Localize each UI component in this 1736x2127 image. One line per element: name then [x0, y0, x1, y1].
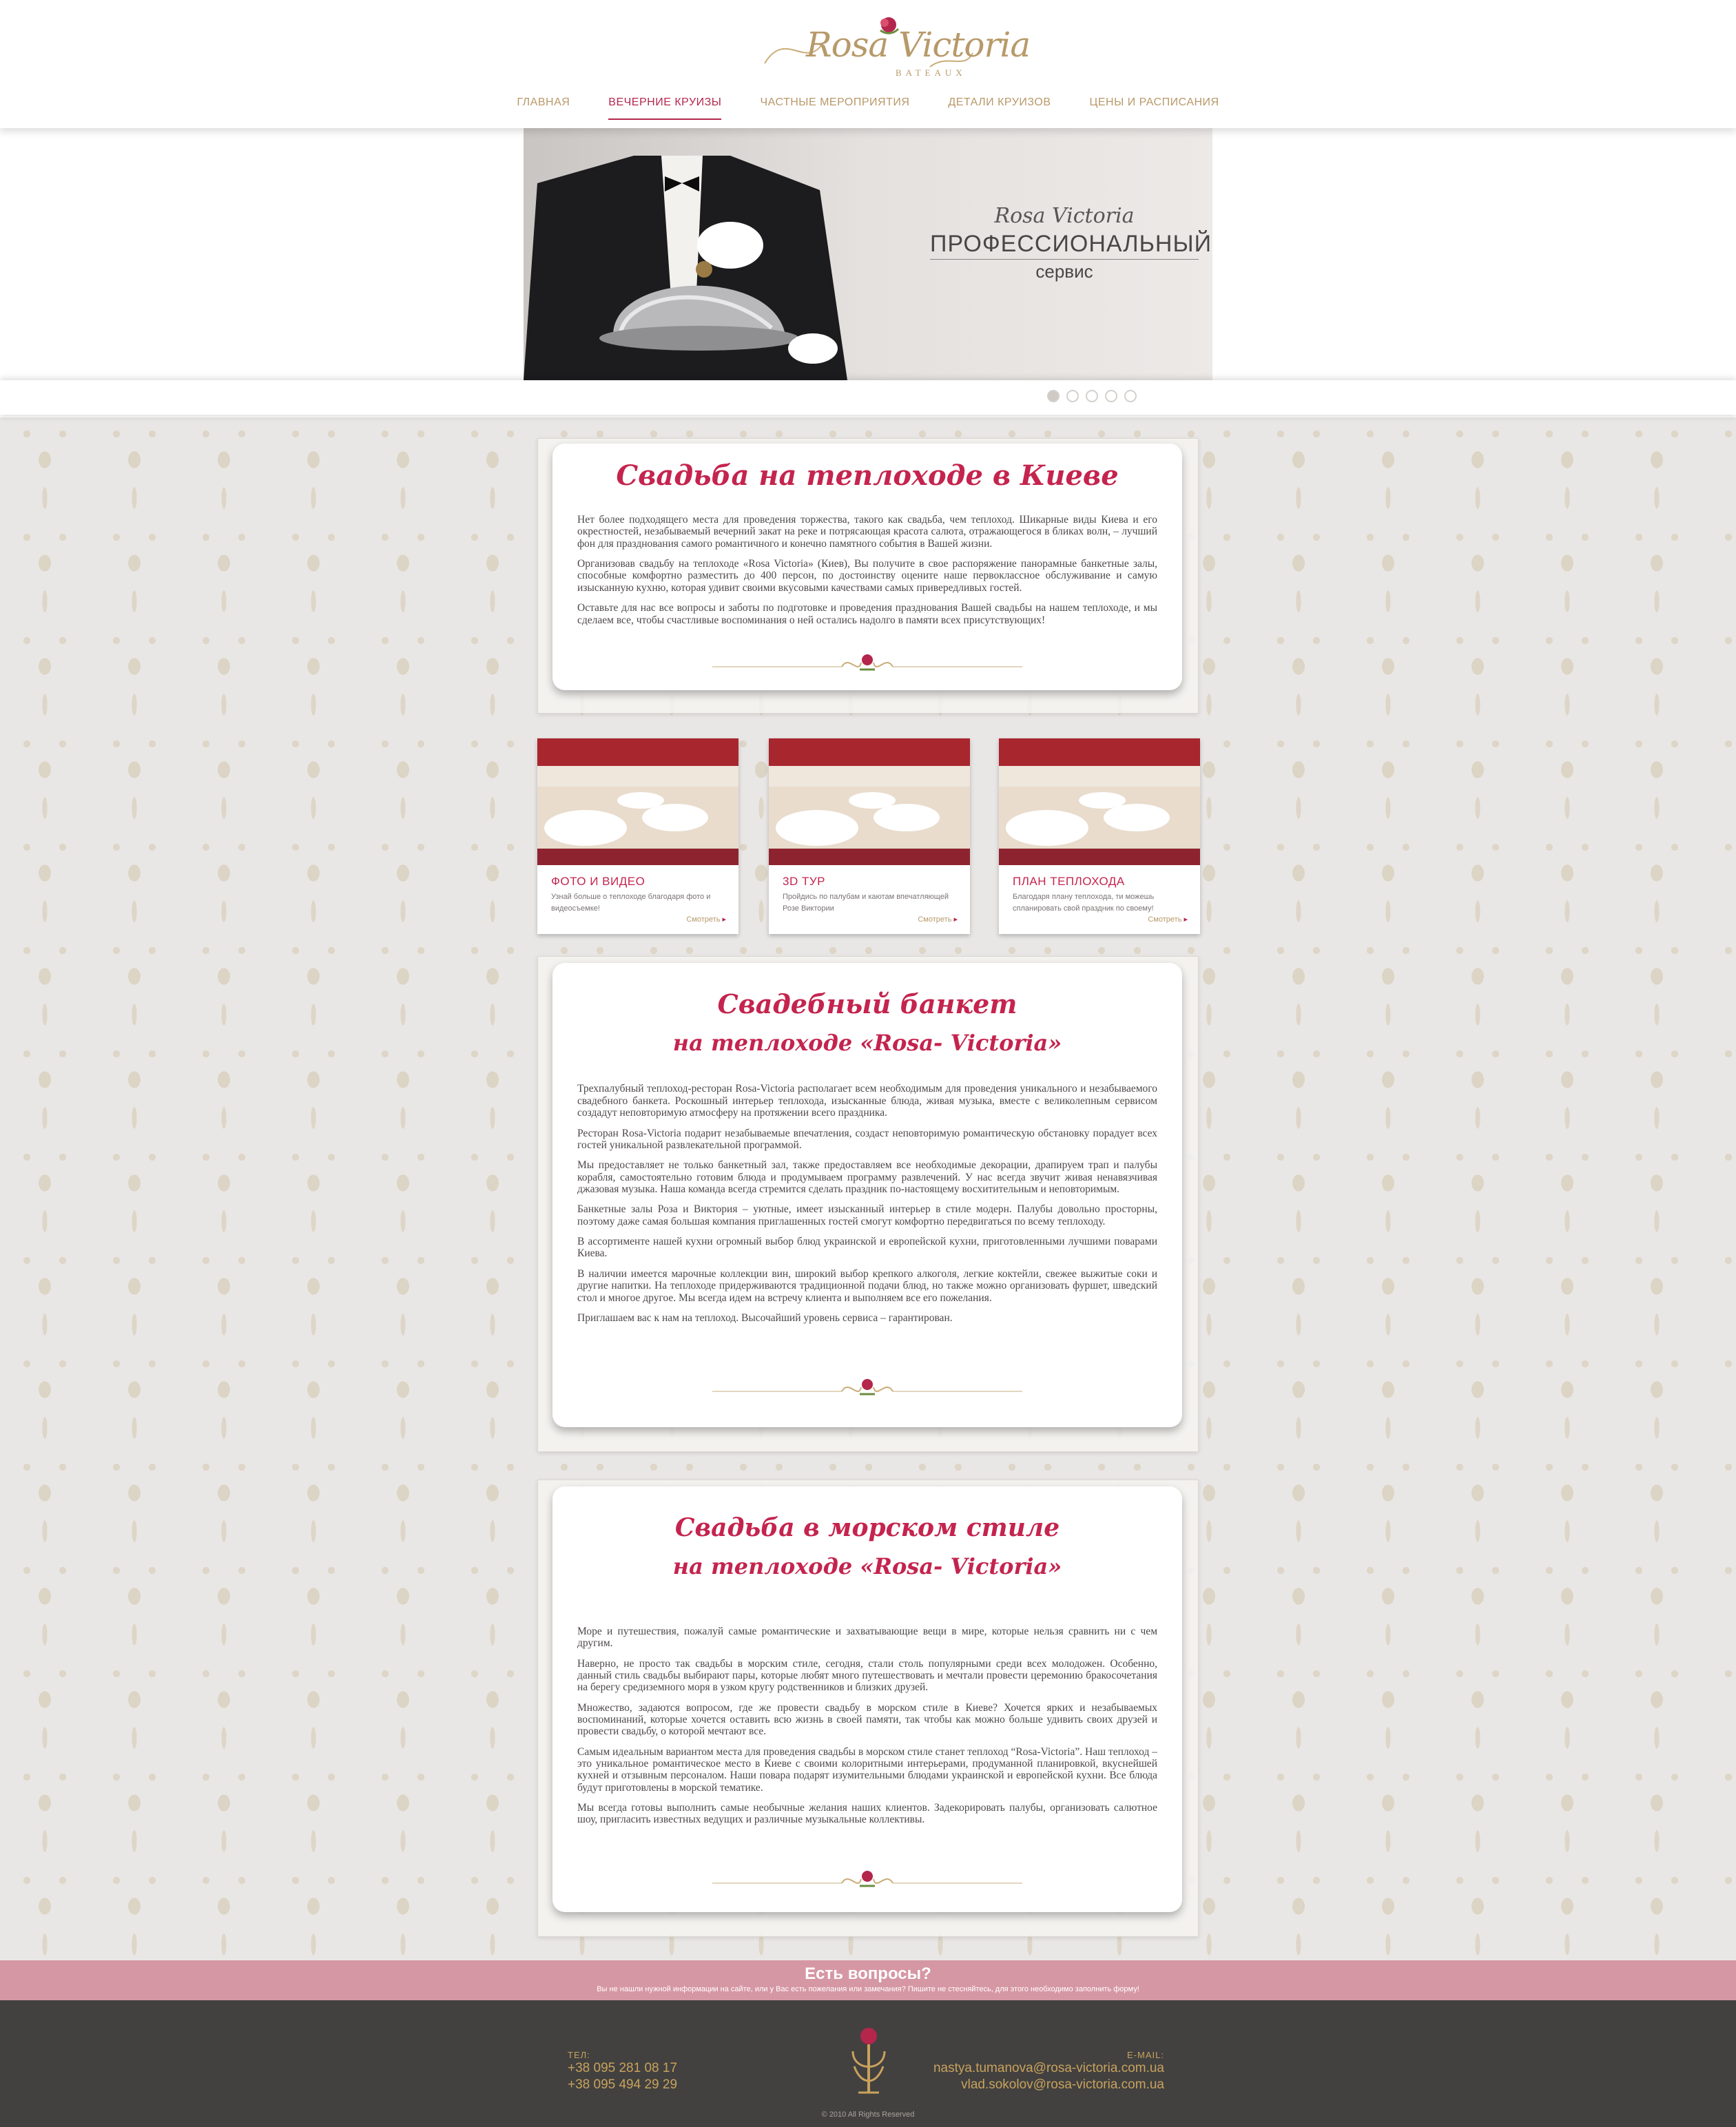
- tile-view-link[interactable]: Смотреть: [1148, 915, 1188, 924]
- questions-bar[interactable]: Есть вопросы? Вы не нашли нужной информа…: [0, 1960, 1736, 2000]
- section-paragraph: Банкетные залы Роза и Виктория – уютные,…: [577, 1203, 1157, 1227]
- hero-caption: Rosa Victoria ПРОФЕССИОНАЛЬНЫЙ сервис: [930, 204, 1211, 282]
- tile-description: Узнай больше о теплоходе благодаря фото …: [551, 893, 711, 913]
- section-paragraph: В наличии имеется марочные коллекции вин…: [577, 1267, 1157, 1304]
- logo-wordmark: Rosa Victoria: [806, 25, 1031, 65]
- section-paragraph: Наверно, не просто так свадьбы в морским…: [577, 1657, 1157, 1694]
- questions-text: Вы не нашли нужной информации на сайте, …: [597, 1985, 1139, 1993]
- slider-dot-1[interactable]: [1047, 390, 1060, 402]
- logo-subtitle: BATEAUX: [896, 68, 967, 78]
- section-paragraph: Множество, задаются вопросом, где же про…: [577, 1701, 1157, 1738]
- section-paragraph: Оставьте для нас все вопросы и заботы по…: [577, 602, 1157, 626]
- nav-item-prices-schedules[interactable]: ЦЕНЫ И РАСПИСАНИЯ: [1090, 96, 1219, 120]
- tile-title: 3D ТУР: [783, 875, 825, 888]
- banquet-hall-photo: [769, 738, 970, 865]
- slider-bar: [0, 380, 1736, 415]
- tile-description: Благодаря плану теплохода, ти можешь спл…: [1013, 893, 1155, 913]
- section-paragraph: Море и путешествия, пожалуй самые романт…: [577, 1625, 1157, 1650]
- section-title-line1: Свадьба в морском стиле: [674, 1513, 1060, 1542]
- section-card-sea-style-wedding: Свадьба в морском стиле на теплоходе «Ro…: [552, 1486, 1182, 1912]
- copyright: © 2010 All Rights Reserved: [821, 2110, 915, 2119]
- tile-title: ПЛАН ТЕПЛОХОДА: [1013, 875, 1125, 888]
- slider-dot-4[interactable]: [1105, 390, 1117, 402]
- section-paragraph: Самым идеальным вариантом места для пров…: [577, 1745, 1157, 1794]
- email-link[interactable]: nastya.tumanova@rosa-victoria.com.ua: [933, 2060, 1164, 2077]
- slider-dot-5[interactable]: [1124, 390, 1137, 402]
- slider-dot-2[interactable]: [1066, 390, 1079, 402]
- ornament-divider: [552, 647, 1182, 682]
- phone-label: ТЕЛ:: [568, 2050, 590, 2060]
- site-footer: ТЕЛ: +38 095 281 08 17 +38 095 494 29 29…: [0, 2000, 1736, 2127]
- footer-emails: E-MAIL: nastya.tumanova@rosa-victoria.co…: [933, 2050, 1164, 2093]
- site-header: Rosa Victoria BATEAUX ГЛАВНАЯ ВЕЧЕРНИЕ К…: [0, 0, 1736, 128]
- site-logo[interactable]: Rosa Victoria BATEAUX: [758, 15, 1031, 79]
- rose-ornament-icon: [712, 1871, 1022, 1887]
- nav-item-private-events[interactable]: ЧАСТНЫЕ МЕРОПРИЯТИЯ: [760, 96, 909, 120]
- banquet-hall-photo: [537, 738, 738, 865]
- rose-ornament-icon: [712, 654, 1022, 671]
- ornament-divider: [552, 1372, 1182, 1407]
- slider-dots: [1047, 390, 1137, 402]
- nav-item-home[interactable]: ГЛАВНАЯ: [517, 96, 570, 120]
- tile-photo-video[interactable]: ФОТО И ВИДЕО Узнай больше о теплоходе бл…: [537, 738, 738, 934]
- nav-item-cruise-details[interactable]: ДЕТАЛИ КРУИЗОВ: [948, 96, 1051, 120]
- section-paragraph: В ассортименте нашей кухни огромный выбо…: [577, 1236, 1157, 1260]
- section-card-wedding-kiev: Свадьба на теплоходе в Киеве Нет более п…: [552, 444, 1182, 690]
- ornament-divider: [552, 1864, 1182, 1898]
- waiter-illustration: [524, 156, 847, 380]
- section-title-line2: на теплоходе «Rosa- Victoria»: [672, 1553, 1062, 1579]
- section-paragraph: Нет более подходящего места для проведен…: [577, 514, 1157, 550]
- phone-number[interactable]: +38 095 281 08 17: [568, 2060, 677, 2077]
- section-title-line2: на теплоходе «Rosa- Victoria»: [672, 1030, 1062, 1057]
- banquet-hall-photo: [999, 738, 1200, 865]
- hero-title: ПРОФЕССИОНАЛЬНЫЙ: [930, 231, 1211, 260]
- section-card-wedding-banquet: Свадебный банкет на теплоходе «Rosa- Vic…: [552, 963, 1182, 1427]
- section-paragraph: Мы всегда готовы выполнить самые необычн…: [577, 1802, 1157, 1826]
- footer-monogram-icon: [845, 2024, 893, 2099]
- section-paragraph: Трехпалубный теплоход-ресторан Rosa-Vict…: [577, 1083, 1157, 1119]
- phone-number[interactable]: +38 095 494 29 29: [568, 2077, 677, 2093]
- section-paragraph: Приглашаем вас к нам на теплоход. Высоча…: [577, 1311, 953, 1324]
- section-paragraph: Мы предоставляет не только банкетный зал…: [577, 1159, 1157, 1195]
- footer-phones: ТЕЛ: +38 095 281 08 17 +38 095 494 29 29: [568, 2050, 677, 2093]
- main-navigation: ГЛАВНАЯ ВЕЧЕРНИЕ КРУИЗЫ ЧАСТНЫЕ МЕРОПРИЯ…: [0, 96, 1736, 120]
- email-label: E-MAIL:: [1127, 2050, 1164, 2060]
- section-paragraph: Ресторан Rosa-Victoria подарит незабывае…: [577, 1127, 1157, 1151]
- rose-ornament-icon: [712, 1379, 1022, 1395]
- tile-description: Пройдись по палубам и каютам впечатляюще…: [783, 893, 949, 913]
- tile-view-link[interactable]: Смотреть: [918, 915, 958, 924]
- section-title-line1: Свадебный банкет: [717, 988, 1017, 1019]
- hero-slide[interactable]: Rosa Victoria ПРОФЕССИОНАЛЬНЫЙ сервис: [524, 128, 1212, 380]
- tile-view-link[interactable]: Смотреть: [686, 915, 726, 924]
- email-link[interactable]: vlad.sokolov@rosa-victoria.com.ua: [933, 2077, 1164, 2093]
- tile-title: ФОТО И ВИДЕО: [551, 875, 645, 888]
- tile-3d-tour[interactable]: 3D ТУР Пройдись по палубам и каютам впеч…: [769, 738, 970, 934]
- nav-item-evening-cruises[interactable]: ВЕЧЕРНИЕ КРУИЗЫ: [608, 96, 722, 120]
- hero-brand: Rosa Victoria: [994, 204, 1135, 228]
- tile-ship-plan[interactable]: ПЛАН ТЕПЛОХОДА Благодаря плану теплохода…: [999, 738, 1200, 934]
- slider-dot-3[interactable]: [1086, 390, 1098, 402]
- section-paragraph: Организовав свадьбу на теплоходе «Rosa V…: [577, 558, 1157, 594]
- hero-subtitle: сервис: [1035, 261, 1093, 282]
- questions-title: Есть вопросы?: [805, 1964, 931, 1983]
- section-title: Свадьба на теплоходе в Киеве: [616, 459, 1119, 492]
